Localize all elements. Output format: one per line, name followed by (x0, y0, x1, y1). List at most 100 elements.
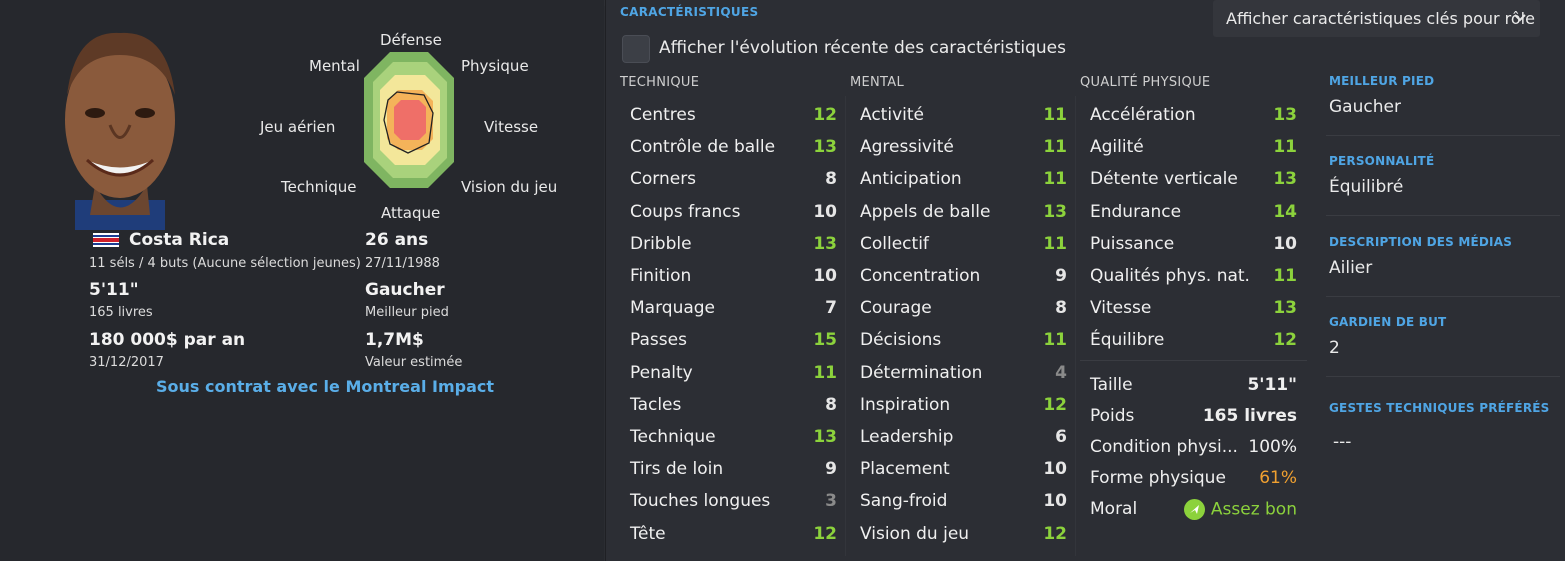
attribute-name: Courage (860, 298, 932, 319)
attribute-name: Agressivité (860, 137, 954, 158)
attribute-name: Qualités phys. nat. (1090, 266, 1250, 286)
age-value: 26 ans (365, 230, 429, 250)
attribute-row[interactable]: Centres 12 (630, 99, 837, 131)
attribute-row[interactable]: Courage 8 (860, 292, 1067, 324)
form-value: 61% (1259, 468, 1297, 488)
attribute-row[interactable]: Tacles 8 (630, 389, 837, 421)
attribute-value: 9 (1055, 266, 1067, 286)
estimated-value: 1,7M$ (365, 330, 424, 350)
attribute-value: 6 (1055, 427, 1067, 447)
attribute-row[interactable]: Détermination 4 (860, 357, 1067, 389)
attribute-value: 13 (1273, 298, 1297, 319)
attribute-row[interactable]: Qualités phys. nat. 11 (1090, 260, 1297, 292)
chevron-down-icon (1514, 14, 1526, 22)
attribute-row[interactable]: Tirs de loin 9 (630, 453, 837, 485)
radar-label-technique: Technique (281, 178, 357, 196)
morale-row: Moral Assez bon (1090, 495, 1297, 523)
attribute-name: Dribble (630, 233, 692, 254)
attribute-value: 14 (1273, 201, 1297, 222)
attribute-value: 13 (813, 427, 837, 447)
attribute-row[interactable]: Collectif 11 (860, 228, 1067, 260)
attribute-row[interactable]: Dribble 13 (630, 228, 837, 260)
attribute-row[interactable]: Marquage 7 (630, 292, 837, 324)
attribute-name: Équilibre (1090, 330, 1165, 351)
goalkeeper-label: GARDIEN DE BUT (1329, 315, 1447, 329)
attribute-name: Tête (630, 523, 666, 544)
radar-label-vitesse: Vitesse (484, 118, 539, 136)
attribute-name: Inspiration (860, 394, 951, 415)
attribute-row[interactable]: Puissance 10 (1090, 228, 1297, 260)
attribute-value: 11 (1043, 105, 1067, 125)
radar-label-vision: Vision du jeu (461, 178, 558, 196)
attribute-row[interactable]: Corners 8 (630, 163, 837, 195)
attribute-value: 10 (813, 201, 837, 222)
player-portrait (65, 32, 175, 230)
divider (1326, 215, 1560, 216)
attribute-row[interactable]: Finition 10 (630, 260, 837, 292)
attribute-row[interactable]: Leadership 6 (860, 421, 1067, 453)
attribute-row[interactable]: Appels de balle 13 (860, 196, 1067, 228)
attribute-row[interactable]: Accélération 13 (1090, 99, 1297, 131)
attributes-section-title: CARACTÉRISTIQUES (620, 5, 759, 19)
attribute-row[interactable]: Équilibre 12 (1090, 324, 1297, 356)
nation-name: Costa Rica (129, 230, 230, 250)
attribute-value: 12 (813, 105, 837, 125)
preferred-moves-label: GESTES TECHNIQUES PRÉFÉRÉS (1329, 401, 1550, 415)
attribute-row[interactable]: Technique 13 (630, 421, 837, 453)
attribute-row[interactable]: Agilité 11 (1090, 131, 1297, 163)
attribute-row[interactable]: Détente verticale 13 (1090, 163, 1297, 195)
attribute-row[interactable]: Activité 11 (860, 99, 1067, 131)
media-description-value: Ailier (1329, 258, 1373, 278)
radar-label-jeu-aerien: Jeu aérien (260, 118, 336, 136)
attribute-name: Anticipation (860, 169, 962, 190)
attribute-value: 13 (813, 233, 837, 254)
attribute-row[interactable]: Agressivité 11 (860, 131, 1067, 163)
attribute-row[interactable]: Touches longues 3 (630, 485, 837, 517)
attribute-row[interactable]: Contrôle de balle 13 (630, 131, 837, 163)
attribute-row[interactable]: Décisions 11 (860, 324, 1067, 356)
attribute-name: Concentration (860, 266, 981, 286)
attribute-row[interactable]: Sang-froid 10 (860, 485, 1067, 517)
column-divider (845, 96, 846, 556)
estimated-value-label: Valeur estimée (365, 355, 463, 370)
attribute-value: 11 (1043, 330, 1067, 351)
key-attributes-role-dropdown[interactable]: Afficher caractéristiques clés pour rôle (1213, 0, 1540, 37)
attribute-name: Corners (630, 169, 697, 190)
attribute-row[interactable]: Anticipation 11 (860, 163, 1067, 195)
weight-stat-value: 165 livres (1202, 406, 1297, 426)
form-row: Forme physique 61% (1090, 464, 1297, 492)
attribute-row[interactable]: Vitesse 13 (1090, 292, 1297, 324)
attribute-row[interactable]: Vision du jeu 12 (860, 518, 1067, 550)
attribute-name: Vision du jeu (860, 523, 970, 544)
club-contract-link[interactable]: Sous contrat avec le Montreal Impact (156, 377, 494, 396)
attribute-row[interactable]: Passes 15 (630, 324, 837, 356)
attribute-name: Touches longues (630, 491, 771, 512)
attribute-value: 10 (813, 266, 837, 286)
attribute-name: Détente verticale (1090, 169, 1238, 190)
attribute-row[interactable]: Tête 12 (630, 518, 837, 550)
attribute-value: 13 (1043, 201, 1067, 222)
attribute-value: 8 (825, 169, 837, 190)
attribute-row[interactable]: Endurance 14 (1090, 196, 1297, 228)
best-foot-value: Gaucher (1329, 97, 1401, 117)
attribute-row[interactable]: Placement 10 (860, 453, 1067, 485)
attribute-row[interactable]: Inspiration 12 (860, 389, 1067, 421)
attribute-name: Décisions (860, 330, 942, 351)
condition-label: Condition physi... (1090, 437, 1238, 457)
recent-evolution-checkbox[interactable] (622, 35, 650, 63)
attribute-name: Centres (630, 105, 696, 125)
attribute-row[interactable]: Concentration 9 (860, 260, 1067, 292)
attribute-value: 11 (1043, 233, 1067, 254)
media-description-label: DESCRIPTION DES MÉDIAS (1329, 235, 1513, 249)
attribute-name: Agilité (1090, 137, 1144, 158)
divider (1326, 376, 1560, 377)
attribute-row[interactable]: Penalty 11 (630, 357, 837, 389)
attribute-value: 10 (1043, 459, 1067, 480)
preferred-foot-label: Meilleur pied (365, 305, 449, 320)
condition-value: 100% (1248, 437, 1297, 457)
weight-row: Poids 165 livres (1090, 402, 1297, 430)
preferred-foot-value: Gaucher (365, 280, 445, 300)
preferred-moves-value: --- (1333, 432, 1352, 452)
attribute-row[interactable]: Coups francs 10 (630, 196, 837, 228)
attribute-name: Vitesse (1090, 298, 1152, 319)
